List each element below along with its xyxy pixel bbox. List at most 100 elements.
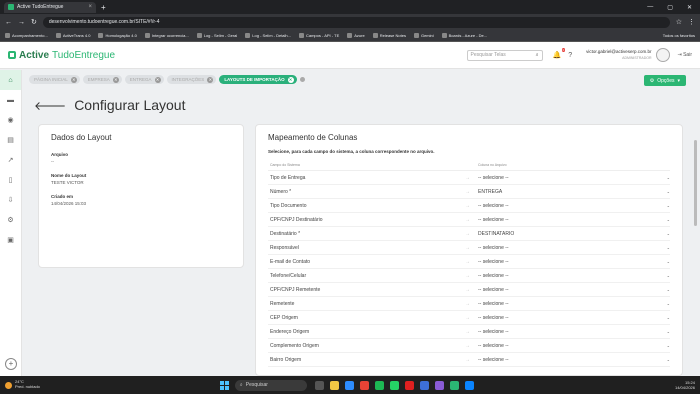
avatar[interactable] (655, 48, 670, 62)
arrow-right-icon: → (465, 328, 470, 335)
browser-tab[interactable]: Active TudoEntregue × (4, 1, 96, 13)
screen-search-input[interactable]: Pesquisar Telas ⌕ (466, 49, 543, 61)
add-icon[interactable]: + (5, 358, 17, 370)
file-column-select[interactable]: -- selecione -- ⌄ (475, 315, 670, 321)
close-icon[interactable]: ✕ (287, 76, 294, 83)
system-field-name: Telefone/Celular (270, 272, 307, 279)
app-icon[interactable] (419, 380, 429, 390)
bookmark-item[interactable]: ActiveTrans 4.0 (55, 33, 90, 38)
arrow-right-icon: → (465, 342, 470, 349)
whatsapp-icon[interactable] (389, 380, 399, 390)
home-icon[interactable]: ⌂ (0, 70, 21, 90)
arrow-right-icon: → (465, 244, 470, 251)
browser-tabbar: Active TudoEntregue × + — ▢ ✕ (0, 0, 700, 14)
reload-icon[interactable]: ↻ (31, 18, 37, 26)
bookmark-item[interactable]: Azure (347, 33, 365, 38)
file-column-select[interactable]: -- selecione -- ⌄ (475, 287, 670, 293)
minimize-icon[interactable]: — (647, 4, 653, 11)
chrome-icon[interactable] (359, 380, 369, 390)
windows-start-icon[interactable] (219, 380, 229, 390)
breadcrumb-item[interactable]: LAYOUTS DE IMPORTAÇÃO ✕ (219, 75, 297, 84)
taskbar-apps (314, 380, 474, 390)
image-icon[interactable]: ▣ (0, 230, 21, 250)
close-tab-icon[interactable]: × (88, 4, 92, 10)
bookmark-item[interactable]: Acompanhamento... (5, 33, 48, 38)
file-column-select[interactable]: -- selecione -- ⌄ (475, 329, 670, 335)
file-column-select[interactable]: -- selecione -- ⌄ (475, 203, 670, 209)
breadcrumb-item[interactable]: PÁGINA INICIAL ✕ (29, 75, 80, 84)
breadcrumb-item[interactable]: ENTREGA ✕ (124, 75, 164, 84)
file-column-select[interactable]: -- selecione -- ⌄ (475, 175, 670, 181)
app-icon[interactable] (404, 380, 414, 390)
bookmark-item[interactable]: Campos - API - TE (298, 33, 339, 38)
back-arrow-icon[interactable]: 🡐 (34, 98, 66, 113)
help-icon[interactable]: ? (568, 52, 572, 59)
menu-icon[interactable]: ⋮ (688, 18, 695, 26)
file-explorer-icon[interactable] (329, 380, 339, 390)
all-bookmarks[interactable]: Todos os favoritos (663, 33, 695, 38)
file-column-select[interactable]: ENTREGA ⌄ (475, 189, 670, 195)
address-bar[interactable]: desenvolvimento.tudoentregue.com.br/SITE… (42, 16, 670, 28)
edge-icon[interactable] (344, 380, 354, 390)
chevron-down-icon: ⌄ (666, 301, 670, 306)
system-field-name: Endereço Origem (270, 328, 310, 335)
file-column-select[interactable]: DESTINATARIO ⌄ (475, 231, 670, 237)
weather-widget[interactable]: 24°C Pred. nublado (5, 379, 40, 390)
breadcrumb-item[interactable]: INTEGRAÇÕES ✕ (166, 75, 217, 84)
bookmark-item[interactable]: Log - Selim - Geral (196, 33, 238, 38)
file-column-select[interactable]: -- selecione -- ⌄ (475, 217, 670, 223)
truck-icon[interactable]: ▬ (0, 90, 21, 110)
mapping-row: E-mail de Contato → -- selecione -- ⌄ (268, 255, 670, 269)
close-icon[interactable]: ✕ (112, 76, 119, 83)
bookmark-item[interactable]: Gemini (413, 33, 434, 38)
users-icon[interactable]: ◉ (0, 110, 21, 130)
field-label: Arquivo (51, 152, 69, 157)
scrollbar[interactable] (694, 140, 697, 226)
vscode-icon[interactable] (464, 380, 474, 390)
back-icon[interactable]: ← (5, 19, 12, 26)
logout-button[interactable]: ⇥ Sair (678, 52, 693, 58)
import-icon[interactable]: ⇩ (0, 190, 21, 210)
file-column-select[interactable]: -- selecione -- ⌄ (475, 259, 670, 265)
bell-icon[interactable]: 🔔 0 (553, 48, 566, 59)
file-column-select[interactable]: -- selecione -- ⌄ (475, 343, 670, 349)
star-icon[interactable]: ☆ (676, 18, 682, 26)
task-view-icon[interactable] (314, 380, 324, 390)
mapping-row: Complemento Origem → -- selecione -- ⌄ (268, 339, 670, 353)
clock[interactable]: 15:24 14/04/2026 (675, 380, 695, 390)
maximize-icon[interactable]: ▢ (667, 4, 673, 11)
spotify-icon[interactable] (374, 380, 384, 390)
new-tab-button[interactable]: + (101, 3, 106, 12)
close-icon[interactable]: ✕ (70, 76, 77, 83)
options-button[interactable]: ⚙ Opções ▾ (643, 75, 686, 86)
logo[interactable]: Active TudoEntregue (8, 50, 115, 61)
bookmark-label: Boards - Azure - De... (448, 33, 488, 38)
close-icon[interactable]: ✕ (207, 76, 214, 83)
file-column-select[interactable]: -- selecione -- ⌄ (475, 245, 670, 251)
taskbar-search[interactable]: ⌕ Pesquisar (234, 379, 307, 391)
book-icon[interactable]: ▤ (0, 130, 21, 150)
forward-icon[interactable]: → (18, 19, 25, 26)
bookmark-item[interactable]: Release Notes (372, 33, 406, 38)
bookmark-item[interactable]: Boards - Azure - De... (441, 33, 488, 38)
bookmark-item[interactable]: Log - Selim - Detalh... (245, 33, 291, 38)
favicon-icon (8, 4, 14, 10)
close-window-icon[interactable]: ✕ (687, 4, 692, 11)
mapping-row: Destinatário * → DESTINATARIO ⌄ (268, 227, 670, 241)
gear-icon[interactable]: ⚙ (0, 210, 21, 230)
select-value: -- selecione -- (478, 202, 509, 209)
bookmark-item[interactable]: Integrar ocorrencia... (144, 33, 189, 38)
bookmark-label: Log - Selim - Geral (203, 33, 238, 38)
file-column-select[interactable]: -- selecione -- ⌄ (475, 301, 670, 307)
chart-icon[interactable]: ↗ (0, 150, 21, 170)
visual-studio-icon[interactable] (434, 380, 444, 390)
file-column-select[interactable]: -- selecione -- ⌄ (475, 357, 670, 363)
document-icon[interactable]: ▯ (0, 170, 21, 190)
breadcrumb-item[interactable]: EMPRESA ✕ (82, 75, 122, 84)
file-column-select[interactable]: -- selecione -- ⌄ (475, 273, 670, 279)
breadcrumb-more-icon[interactable] (299, 77, 305, 82)
close-icon[interactable]: ✕ (154, 76, 161, 83)
bookmark-item[interactable]: Homologação 4.0 (98, 33, 137, 38)
field-label: Nome do Layout (51, 173, 87, 178)
app-icon[interactable] (449, 380, 459, 390)
